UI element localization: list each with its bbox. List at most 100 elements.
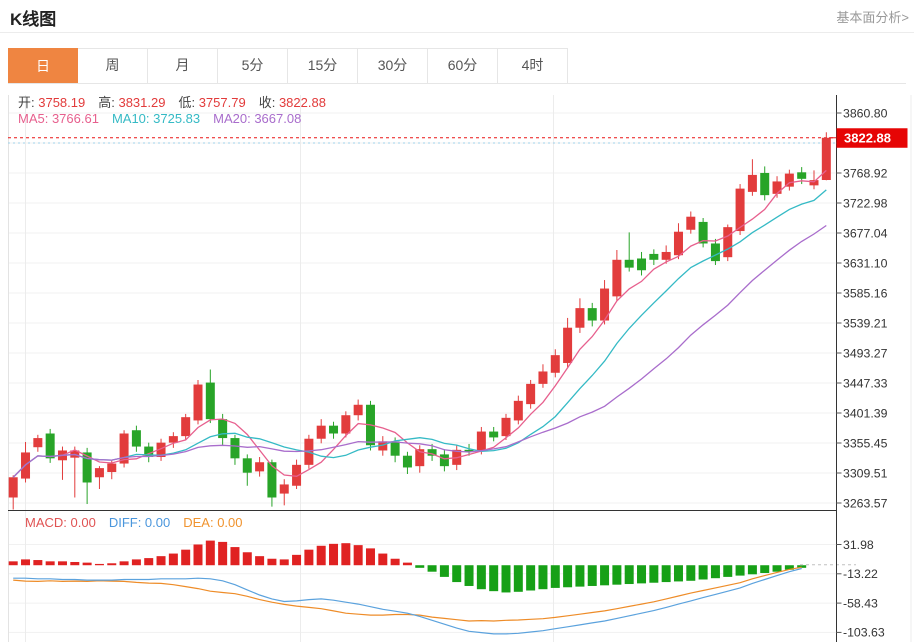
candle-body[interactable]: [649, 254, 658, 260]
macd-hist-bar[interactable]: [267, 559, 276, 565]
candle-body[interactable]: [551, 355, 560, 373]
macd-hist-bar[interactable]: [255, 556, 264, 565]
macd-hist-bar[interactable]: [514, 565, 523, 592]
candle-body[interactable]: [723, 227, 732, 257]
candle-body[interactable]: [181, 417, 190, 436]
macd-hist-bar[interactable]: [760, 565, 769, 573]
macd-hist-bar[interactable]: [551, 565, 560, 588]
macd-hist-bar[interactable]: [329, 544, 338, 565]
candle-body[interactable]: [169, 436, 178, 443]
macd-hist-bar[interactable]: [612, 565, 621, 584]
tab-月[interactable]: 月: [148, 48, 218, 83]
macd-hist-bar[interactable]: [477, 565, 486, 589]
candle-body[interactable]: [218, 419, 227, 438]
candle-body[interactable]: [674, 232, 683, 256]
macd-hist-bar[interactable]: [452, 565, 461, 582]
candle-body[interactable]: [563, 328, 572, 363]
candle-body[interactable]: [588, 308, 597, 320]
macd-hist-bar[interactable]: [317, 546, 326, 565]
macd-hist-bar[interactable]: [218, 542, 227, 565]
macd-hist-bar[interactable]: [736, 565, 745, 575]
macd-hist-bar[interactable]: [83, 563, 92, 566]
tab-5分[interactable]: 5分: [218, 48, 288, 83]
candle-body[interactable]: [797, 172, 806, 179]
candle-body[interactable]: [760, 173, 769, 195]
macd-hist-bar[interactable]: [699, 565, 708, 579]
macd-hist-bar[interactable]: [366, 548, 375, 565]
candle-body[interactable]: [341, 415, 350, 433]
tab-日[interactable]: 日: [8, 48, 78, 83]
candle-body[interactable]: [280, 484, 289, 493]
macd-hist-bar[interactable]: [243, 552, 252, 565]
candle-body[interactable]: [514, 401, 523, 421]
tab-30分[interactable]: 30分: [358, 48, 428, 83]
candle-body[interactable]: [317, 426, 326, 439]
candle-body[interactable]: [255, 462, 264, 471]
candle-body[interactable]: [538, 371, 547, 383]
candle-body[interactable]: [686, 217, 695, 230]
candle-body[interactable]: [46, 434, 55, 459]
candle-body[interactable]: [502, 418, 511, 436]
candle-body[interactable]: [526, 384, 535, 404]
candle-body[interactable]: [612, 260, 621, 297]
macd-hist-bar[interactable]: [649, 565, 658, 583]
macd-hist-bar[interactable]: [662, 565, 671, 582]
candle-body[interactable]: [773, 181, 782, 193]
candle-body[interactable]: [33, 438, 42, 447]
macd-hist-bar[interactable]: [33, 560, 42, 565]
candle-body[interactable]: [391, 441, 400, 455]
macd-hist-bar[interactable]: [206, 541, 215, 566]
tab-60分[interactable]: 60分: [428, 48, 498, 83]
macd-hist-bar[interactable]: [723, 565, 732, 577]
macd-hist-bar[interactable]: [502, 565, 511, 592]
candle-body[interactable]: [637, 258, 646, 270]
macd-hist-bar[interactable]: [378, 554, 387, 566]
tab-15分[interactable]: 15分: [288, 48, 358, 83]
candle-body[interactable]: [206, 383, 215, 420]
candle-body[interactable]: [95, 468, 104, 477]
macd-hist-bar[interactable]: [194, 544, 203, 565]
candle-body[interactable]: [329, 426, 338, 434]
macd-hist-bar[interactable]: [169, 554, 178, 566]
macd-hist-bar[interactable]: [120, 561, 129, 565]
macd-hist-bar[interactable]: [489, 565, 498, 591]
macd-hist-bar[interactable]: [304, 550, 313, 566]
candle-body[interactable]: [440, 454, 449, 466]
macd-hist-bar[interactable]: [58, 561, 67, 565]
macd-hist-bar[interactable]: [21, 559, 30, 565]
macd-hist-bar[interactable]: [95, 564, 104, 565]
macd-hist-bar[interactable]: [625, 565, 634, 584]
macd-hist-bar[interactable]: [588, 565, 597, 586]
macd-hist-bar[interactable]: [9, 561, 18, 565]
candle-body[interactable]: [625, 260, 634, 268]
candle-body[interactable]: [748, 175, 757, 192]
candle-body[interactable]: [489, 432, 498, 438]
macd-hist-bar[interactable]: [465, 565, 474, 586]
candle-body[interactable]: [662, 252, 671, 260]
macd-hist-bar[interactable]: [70, 562, 79, 565]
macd-hist-bar[interactable]: [711, 565, 720, 578]
macd-hist-bar[interactable]: [773, 565, 782, 571]
macd-hist-bar[interactable]: [132, 559, 141, 565]
macd-hist-bar[interactable]: [341, 543, 350, 565]
candle-body[interactable]: [711, 243, 720, 261]
macd-hist-bar[interactable]: [563, 565, 572, 587]
candle-body[interactable]: [243, 458, 252, 472]
tab-周[interactable]: 周: [78, 48, 148, 83]
macd-hist-bar[interactable]: [354, 545, 363, 565]
macd-hist-bar[interactable]: [157, 556, 166, 565]
macd-hist-bar[interactable]: [440, 565, 449, 577]
candle-body[interactable]: [403, 456, 412, 468]
tab-4时[interactable]: 4时: [498, 48, 568, 83]
candle-body[interactable]: [230, 438, 239, 458]
macd-hist-bar[interactable]: [181, 550, 190, 566]
macd-hist-bar[interactable]: [538, 565, 547, 589]
macd-hist-bar[interactable]: [575, 565, 584, 586]
macd-hist-bar[interactable]: [107, 563, 116, 565]
macd-hist-bar[interactable]: [230, 547, 239, 565]
macd-hist-bar[interactable]: [637, 565, 646, 583]
macd-hist-bar[interactable]: [686, 565, 695, 581]
macd-hist-bar[interactable]: [600, 565, 609, 585]
macd-hist-bar[interactable]: [748, 565, 757, 574]
macd-hist-bar[interactable]: [403, 563, 412, 566]
